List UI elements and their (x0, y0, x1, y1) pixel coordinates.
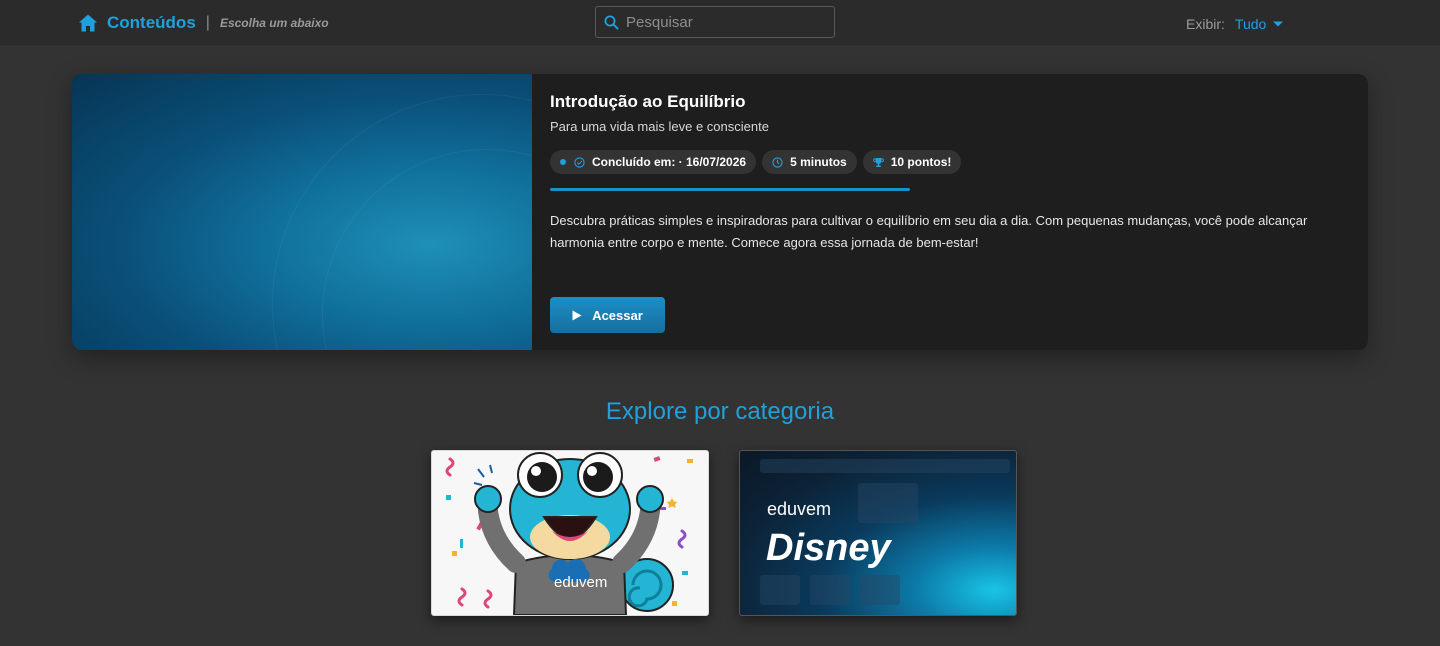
background-panel (858, 483, 918, 523)
completed-badge: Concluído em: · 16/07/2026 (550, 150, 757, 174)
check-circle-icon (574, 156, 585, 168)
progress-bar (550, 188, 910, 191)
content-subtitle: Para uma vida mais leve e consciente (550, 119, 769, 134)
filter-value[interactable]: Tudo (1235, 16, 1266, 32)
search-input[interactable] (626, 13, 816, 31)
featured-content-card: Introdução ao Equilíbrio Para uma vida m… (72, 74, 1368, 350)
categories-heading: Explore por categoria (605, 398, 835, 425)
status-dot (560, 159, 566, 165)
access-button[interactable]: Acessar (550, 297, 665, 333)
points-badge: 10 pontos! (862, 150, 962, 174)
title-separator: | (205, 14, 210, 31)
mascot-sweater-brand: eduvem (554, 574, 607, 591)
search-box[interactable] (595, 6, 835, 38)
search-icon (604, 15, 619, 30)
points-text: 10 pontos! (890, 155, 952, 169)
page-title[interactable]: Conteúdos (107, 13, 196, 33)
chevron-down-icon[interactable] (1272, 20, 1284, 28)
clock-icon (772, 156, 783, 168)
content-description: Descubra práticas simples e inspiradoras… (550, 213, 1308, 250)
access-button-label: Acessar (592, 307, 643, 323)
featured-thumbnail[interactable] (72, 74, 532, 350)
trophy-icon (872, 157, 884, 168)
top-bar: Conteúdos | Escolha um abaixo Exibir: Tu… (0, 0, 1440, 45)
featured-details: Introdução ao Equilíbrio Para uma vida m… (550, 92, 1340, 254)
background-panel (760, 575, 800, 605)
home-icon[interactable] (78, 13, 98, 33)
card-title: Disney (766, 527, 891, 569)
category-card-mascot[interactable]: eduvem (431, 450, 709, 616)
category-card-disney[interactable]: eduvem Disney (739, 450, 1017, 616)
mascot-illustration: eduvem (445, 452, 693, 615)
filter-label: Exibir: (1186, 16, 1225, 32)
page-subtitle: Escolha um abaixo (219, 16, 329, 30)
display-filter[interactable]: Exibir: Tudo (1186, 16, 1284, 32)
background-panel (860, 575, 900, 605)
play-icon (572, 310, 582, 321)
card-brand: eduvem (767, 499, 832, 519)
completed-date: Concluído em: · 16/07/2026 (592, 155, 747, 169)
content-title: Introdução ao Equilíbrio (550, 92, 746, 111)
background-panel (760, 459, 1010, 473)
brand: Conteúdos | Escolha um abaixo (78, 11, 329, 35)
duration-badge: 5 minutos (762, 150, 857, 174)
progress-fill (550, 188, 910, 191)
background-panel (810, 575, 850, 605)
duration-text: 5 minutos (790, 155, 847, 169)
content-meta: Concluído em: · 16/07/2026 5 minutos 10 … (550, 150, 1340, 174)
